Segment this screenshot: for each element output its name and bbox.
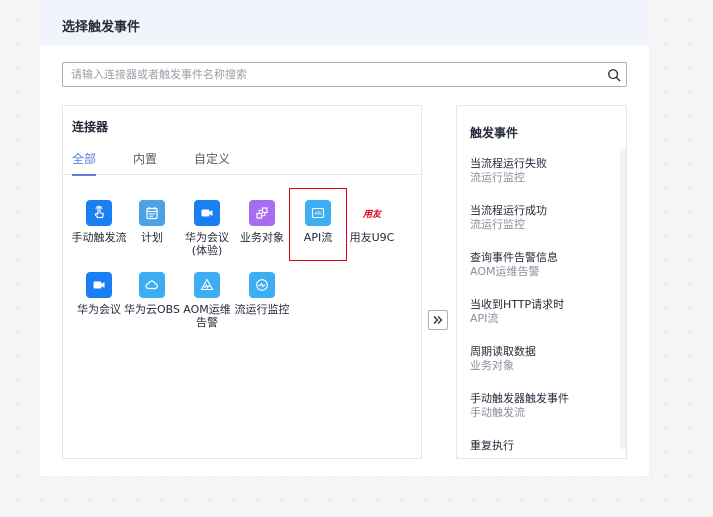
dialog-title: 选择触发事件 bbox=[40, 0, 649, 45]
event-source: 流运行监控 bbox=[470, 171, 525, 184]
yonyou-logo-text: 用友 bbox=[362, 209, 381, 220]
event-item[interactable]: 重复执行 bbox=[470, 439, 620, 453]
event-source: 流运行监控 bbox=[470, 218, 525, 231]
cloud-storage-icon bbox=[139, 272, 165, 298]
tile-label: 用友U9C bbox=[349, 231, 395, 244]
tab-custom[interactable]: 自定义 bbox=[194, 150, 230, 175]
trigger-event-panel: 触发事件 当流程运行失败 流运行监控 当流程运行成功 流运行监控 查询事件告警信… bbox=[456, 105, 627, 459]
connector-tile-yonyou-u9c[interactable]: 用友 用友U9C bbox=[344, 200, 400, 244]
event-title: 查询事件告警信息 bbox=[470, 251, 558, 264]
trigger-event-panel-title: 触发事件 bbox=[470, 126, 519, 140]
event-item[interactable]: 手动触发器触发事件 手动触发流 bbox=[470, 392, 620, 420]
select-trigger-dialog: 选择触发事件 连接器 全部 内置 自定义 手动触发流 计划 bbox=[40, 0, 649, 476]
tile-label: 华为会议 bbox=[77, 303, 121, 316]
event-title: 当收到HTTP请求时 bbox=[470, 298, 565, 311]
video-camera-icon bbox=[194, 200, 220, 226]
tab-builtin[interactable]: 内置 bbox=[133, 150, 157, 175]
event-title: 当流程运行成功 bbox=[470, 204, 547, 217]
event-item[interactable]: 周期读取数据 业务对象 bbox=[470, 345, 620, 373]
search-input[interactable] bbox=[63, 63, 593, 86]
event-item[interactable]: 当流程运行失败 流运行监控 bbox=[470, 157, 620, 185]
event-title: 手动触发器触发事件 bbox=[470, 392, 569, 405]
connector-panel-title: 连接器 bbox=[72, 120, 109, 134]
connector-tile-manual-trigger[interactable]: 手动触发流 bbox=[71, 200, 127, 244]
event-list-scrollbar[interactable] bbox=[620, 149, 626, 449]
tile-label: API流 bbox=[303, 231, 333, 244]
tile-label: AOM运维告警 bbox=[183, 303, 231, 329]
tile-label: 华为会议(体验) bbox=[185, 231, 229, 257]
flow-monitor-icon bbox=[249, 272, 275, 298]
connector-tabs: 全部 内置 自定义 bbox=[63, 148, 421, 176]
tile-label: 计划 bbox=[141, 231, 163, 244]
connector-tile-aom-alarm[interactable]: AOM运维告警 bbox=[179, 272, 235, 329]
monitor-wave-icon bbox=[194, 272, 220, 298]
event-source: AOM运维告警 bbox=[470, 265, 540, 278]
connector-tile-api-flow[interactable]: API API流 bbox=[289, 188, 347, 261]
tile-label: 业务对象 bbox=[240, 231, 284, 244]
event-title: 周期读取数据 bbox=[470, 345, 536, 358]
event-item[interactable]: 查询事件告警信息 AOM运维告警 bbox=[470, 251, 620, 279]
connector-tile-huawei-cloud-obs[interactable]: 华为云OBS bbox=[124, 272, 180, 316]
event-item[interactable]: 当收到HTTP请求时 API流 bbox=[470, 298, 620, 326]
connector-tile-schedule[interactable]: 计划 bbox=[124, 200, 180, 244]
hand-tap-icon bbox=[86, 200, 112, 226]
yonyou-logo-icon: 用友 bbox=[359, 200, 385, 226]
connector-tile-huawei-meeting[interactable]: 华为会议 bbox=[71, 272, 127, 316]
connector-tile-huawei-meeting-trial[interactable]: 华为会议(体验) bbox=[179, 200, 235, 257]
event-item[interactable]: 当流程运行成功 流运行监控 bbox=[470, 204, 620, 232]
calendar-icon bbox=[139, 200, 165, 226]
event-source: 手动触发流 bbox=[470, 406, 525, 419]
tab-all[interactable]: 全部 bbox=[72, 150, 97, 176]
connector-tile-flow-monitor[interactable]: 流运行监控 bbox=[234, 272, 290, 316]
object-cubes-icon bbox=[249, 200, 275, 226]
add-connector-button[interactable] bbox=[428, 310, 448, 330]
tile-label: 手动触发流 bbox=[71, 231, 127, 244]
event-source: 业务对象 bbox=[470, 359, 514, 372]
event-title: 当流程运行失败 bbox=[470, 157, 547, 170]
connector-panel: 连接器 全部 内置 自定义 手动触发流 计划 华为会议(体验) 业务对象 API… bbox=[62, 105, 422, 459]
event-source: API流 bbox=[470, 312, 499, 325]
api-icon: API bbox=[305, 200, 331, 226]
connector-tile-business-object[interactable]: 业务对象 bbox=[234, 200, 290, 244]
tile-label: 流运行监控 bbox=[234, 303, 290, 316]
tile-label: 华为云OBS bbox=[124, 303, 180, 316]
svg-text:API: API bbox=[314, 211, 321, 217]
event-title: 重复执行 bbox=[470, 439, 514, 452]
double-chevron-right-icon bbox=[433, 316, 443, 324]
video-camera-icon bbox=[86, 272, 112, 298]
search-box[interactable] bbox=[62, 62, 627, 87]
search-icon[interactable] bbox=[607, 68, 621, 82]
